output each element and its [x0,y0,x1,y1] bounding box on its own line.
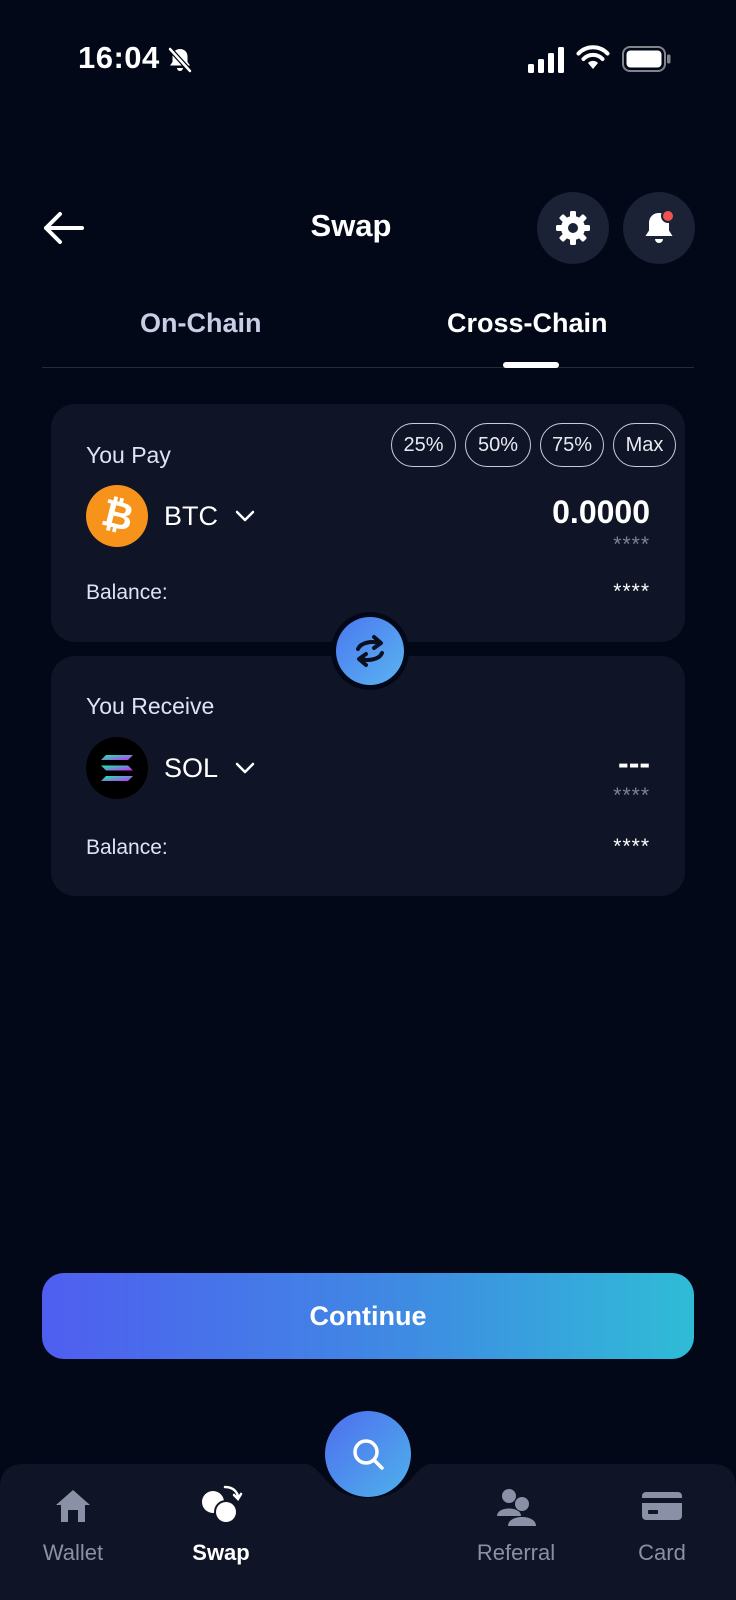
status-time: 16:04 [78,40,160,75]
nav-wallet[interactable]: Wallet [13,1484,133,1566]
nav-swap[interactable]: Swap [161,1484,281,1566]
chevron-down-icon [235,510,255,522]
nav-swap-label: Swap [192,1540,250,1565]
percent-50-button[interactable]: 50% [465,423,531,467]
bell-icon [645,209,675,243]
notifications-button[interactable] [623,192,695,264]
wifi-icon [576,45,610,69]
credit-card-icon [640,1484,684,1528]
battery-icon [622,46,671,72]
swap-direction-button[interactable] [336,617,404,685]
receive-amount: --- [618,745,650,781]
gear-icon [556,211,590,245]
nav-referral[interactable]: Referral [456,1484,576,1566]
receive-balance-value: **** [613,835,650,858]
search-icon [353,1439,384,1470]
solana-icon [86,737,148,799]
pay-label: You Pay [86,442,171,468]
swap-arrows-icon [356,635,384,667]
signal-icon [528,47,564,73]
tab-active-indicator [503,362,559,368]
nav-wallet-label: Wallet [42,1540,104,1565]
tab-on-chain[interactable]: On-Chain [140,308,262,339]
swap-direction-wrapper [331,612,409,690]
home-icon [51,1484,95,1528]
pay-amount-input[interactable]: 0.0000 [552,494,650,531]
search-button[interactable] [325,1411,411,1497]
swap-coins-icon [199,1484,243,1528]
receive-balance-label: Balance: [86,836,168,859]
bell-slash-icon [168,47,192,73]
notification-dot [661,209,675,223]
percent-25-button[interactable]: 25% [391,423,456,467]
tab-divider [42,367,694,368]
receive-label: You Receive [86,693,215,719]
tab-cross-chain[interactable]: Cross-Chain [447,308,608,339]
bitcoin-icon: ₿ [86,485,148,547]
continue-button[interactable]: Continue [42,1273,694,1359]
receive-amount-fiat: **** [613,784,650,807]
users-icon [494,1484,538,1528]
settings-button[interactable] [537,192,609,264]
pay-amount-fiat: **** [613,533,650,556]
nav-referral-label: Referral [476,1540,556,1565]
pay-balance-value: **** [613,580,650,603]
receive-token-selector[interactable]: SOL [86,737,256,799]
nav-card[interactable]: Card [602,1484,722,1566]
percent-75-button[interactable]: 75% [540,423,604,467]
pay-token-selector[interactable]: ₿ BTC [86,485,256,547]
pay-balance-label: Balance: [86,581,168,604]
receive-token-symbol: SOL [164,752,219,783]
nav-card-label: Card [638,1540,686,1565]
max-button[interactable]: Max [613,423,676,467]
chevron-down-icon [235,762,255,774]
pay-token-symbol: BTC [164,500,218,531]
